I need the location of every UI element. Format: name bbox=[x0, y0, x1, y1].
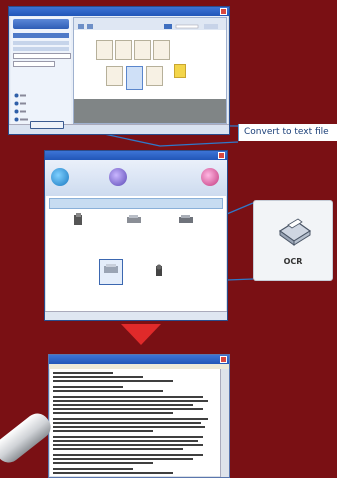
share-icon[interactable] bbox=[201, 168, 219, 186]
convert-callout: Convert to text file bbox=[238, 124, 337, 141]
scrollbar[interactable] bbox=[220, 369, 229, 477]
scan-icon[interactable] bbox=[51, 168, 69, 186]
option-item[interactable] bbox=[14, 83, 26, 98]
ocr-scanner-icon bbox=[104, 264, 118, 273]
mail-icon[interactable] bbox=[151, 263, 167, 279]
select-field[interactable] bbox=[13, 61, 55, 67]
window-titlebar bbox=[45, 151, 227, 160]
browser-toolbar bbox=[74, 18, 226, 30]
option-item[interactable] bbox=[14, 107, 28, 122]
close-icon[interactable] bbox=[220, 8, 227, 15]
thumbnail[interactable] bbox=[115, 40, 132, 60]
sidebar-item[interactable] bbox=[13, 47, 69, 51]
window-titlebar bbox=[49, 355, 229, 364]
thumbnail[interactable] bbox=[146, 66, 163, 86]
callout-text: Convert to text file bbox=[244, 127, 329, 137]
function-toolbar bbox=[45, 160, 227, 196]
scan-app-window bbox=[8, 6, 230, 135]
layout-icon[interactable] bbox=[177, 213, 195, 227]
thumbnail[interactable] bbox=[134, 40, 151, 60]
thumbnail-selected[interactable] bbox=[126, 66, 143, 90]
preview-area bbox=[74, 99, 226, 123]
menu-bar[interactable] bbox=[49, 364, 229, 369]
document-icon[interactable] bbox=[71, 213, 87, 227]
section-band bbox=[49, 198, 223, 209]
toolbar-icons bbox=[78, 24, 218, 29]
thumbnail[interactable] bbox=[106, 66, 123, 86]
text-editor-window bbox=[48, 354, 230, 478]
option-item[interactable] bbox=[14, 99, 26, 114]
dropdown-field[interactable] bbox=[13, 53, 71, 59]
function-window bbox=[44, 150, 228, 321]
status-bar bbox=[45, 311, 227, 320]
thumbnail[interactable] bbox=[153, 40, 170, 60]
option-item[interactable] bbox=[14, 91, 26, 106]
window-titlebar bbox=[9, 7, 229, 16]
sidebar bbox=[11, 17, 71, 124]
sidebar-header bbox=[13, 33, 69, 38]
app-logo bbox=[13, 19, 69, 29]
image-icon[interactable] bbox=[125, 213, 143, 227]
ocr-zoom-card: OCR bbox=[253, 200, 333, 281]
close-icon[interactable] bbox=[218, 152, 225, 159]
convert-icon[interactable] bbox=[109, 168, 127, 186]
save-icon bbox=[14, 117, 28, 122]
ocr-button-small[interactable] bbox=[99, 259, 123, 285]
ocr-label: OCR bbox=[283, 257, 303, 266]
text-content[interactable] bbox=[53, 372, 219, 477]
ocr-scanner-icon bbox=[278, 218, 312, 246]
down-triangle-icon bbox=[121, 324, 161, 345]
convert-to-text-button[interactable] bbox=[30, 121, 64, 129]
thumbnail[interactable] bbox=[174, 64, 186, 78]
close-icon[interactable] bbox=[220, 356, 227, 363]
sidebar-item[interactable] bbox=[13, 41, 69, 45]
thumbnail-browser bbox=[73, 17, 227, 124]
thumbnail[interactable] bbox=[96, 40, 113, 60]
